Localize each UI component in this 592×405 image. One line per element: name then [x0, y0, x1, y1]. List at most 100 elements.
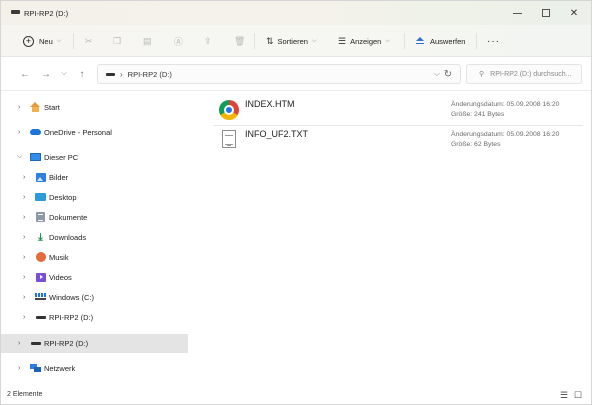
paste-button[interactable]: ▤: [143, 25, 156, 57]
chevron-right-icon[interactable]: ›: [23, 174, 25, 181]
documents-icon: [35, 212, 46, 222]
rename-button[interactable]: Ⓐ: [174, 25, 187, 57]
sidebar-item-label: Netzwerk: [44, 363, 76, 373]
chevron-down-icon[interactable]: ⌵: [17, 153, 22, 161]
pc-icon: [30, 152, 41, 162]
search-input[interactable]: ⚲ RPI-RP2 (D:) durchsuch...: [466, 64, 582, 84]
rename-icon: Ⓐ: [174, 36, 184, 47]
view-button[interactable]: ☰ Anzeigen ⌵: [338, 25, 390, 57]
arrow-up-icon: ↑: [79, 68, 85, 80]
divider: [73, 33, 74, 49]
chevron-right-icon: ›: [120, 69, 123, 79]
chevron-right-icon[interactable]: ›: [23, 234, 25, 241]
sidebar-item-windows-drive[interactable]: › Windows (C:): [1, 288, 188, 306]
file-item-info[interactable]: INFO_UF2.TXT Änderungsdatum: 05.09.2008 …: [213, 126, 583, 156]
sidebar-item-label: Videos: [49, 272, 72, 282]
chevron-right-icon[interactable]: ›: [18, 104, 20, 111]
back-button[interactable]: ←: [17, 66, 33, 82]
chevron-right-icon[interactable]: ›: [18, 129, 20, 136]
close-button[interactable]: ✕: [559, 1, 589, 25]
chevron-right-icon[interactable]: ›: [23, 314, 25, 321]
drive-icon: [11, 10, 20, 14]
address-bar[interactable]: › RPI-RP2 (D:) ⌵: [97, 64, 461, 84]
recent-locations-button[interactable]: ⌵: [56, 66, 72, 82]
share-button[interactable]: ⇪: [204, 25, 216, 57]
file-size: Größe: 62 Bytes: [451, 141, 501, 148]
delete-button[interactable]: 🗑: [234, 25, 249, 57]
file-item-index[interactable]: INDEX.HTM Änderungsdatum: 05.09.2008 16:…: [213, 96, 583, 126]
tiles-view-button[interactable]: ☐: [572, 389, 584, 401]
window-title: RPI-RP2 (D:): [24, 9, 69, 18]
eject-label: Auswerfen: [430, 36, 466, 46]
chevron-right-icon[interactable]: ›: [23, 294, 25, 301]
new-button[interactable]: + Neu ⌵: [23, 25, 61, 57]
music-icon: [35, 252, 46, 262]
search-placeholder: RPI-RP2 (D:) durchsuch...: [490, 70, 572, 78]
scissors-icon: ✂: [85, 35, 93, 46]
item-count: 2 Elemente: [7, 391, 43, 398]
file-details: Änderungsdatum: 05.09.2008 16:20 Größe: …: [451, 100, 559, 120]
sidebar-item-label: Dieser PC: [44, 152, 79, 162]
pictures-icon: [35, 172, 46, 182]
eject-button[interactable]: Auswerfen: [415, 25, 465, 57]
drive-icon: [35, 312, 46, 322]
sidebar-item-pictures[interactable]: › Bilder: [1, 168, 188, 186]
sidebar-item-this-pc[interactable]: ⌵ Dieser PC: [1, 148, 188, 166]
file-explorer-window: RPI-RP2 (D:) ✕ + Neu ⌵ ✂ ❐ ▤ Ⓐ ⇪ 🗑 ⇅ Sor…: [0, 0, 592, 405]
sidebar-item-music[interactable]: › Musik: [1, 248, 188, 266]
more-button[interactable]: ···: [487, 25, 500, 57]
sidebar-item-onedrive[interactable]: › OneDrive - Personal: [1, 123, 188, 141]
chevron-right-icon[interactable]: ›: [18, 365, 20, 372]
forward-button[interactable]: →: [38, 66, 54, 82]
sort-label: Sortieren: [277, 36, 308, 46]
sidebar-item-start[interactable]: › Start: [1, 98, 188, 116]
sidebar-item-network[interactable]: › Netzwerk: [1, 359, 188, 377]
new-label: Neu: [39, 36, 53, 46]
sort-button[interactable]: ⇅ Sortieren ⌵: [266, 25, 317, 57]
refresh-button[interactable]: ↻: [441, 67, 455, 81]
windows-drive-icon: [35, 292, 46, 302]
file-modified: Änderungsdatum: 05.09.2008 16:20: [451, 131, 560, 138]
chevron-down-icon: ⌵: [385, 37, 390, 44]
chevron-down-icon: ⌵: [56, 37, 62, 44]
plus-icon: +: [23, 35, 34, 47]
drive-icon: [106, 72, 115, 76]
minimize-button[interactable]: [502, 1, 532, 25]
home-icon: [30, 102, 41, 112]
drive-icon: [30, 339, 41, 349]
chevron-down-icon[interactable]: ⌵: [434, 69, 440, 79]
sidebar-item-videos[interactable]: › Videos: [1, 268, 188, 286]
command-bar: + Neu ⌵ ✂ ❐ ▤ Ⓐ ⇪ 🗑 ⇅ Sortieren ⌵ ☰ Anze…: [1, 25, 591, 57]
divider: [476, 33, 477, 49]
sidebar-item-documents[interactable]: › Dokumente: [1, 208, 188, 226]
sidebar-item-desktop[interactable]: › Desktop: [1, 188, 188, 206]
up-button[interactable]: ↑: [74, 66, 90, 82]
address-path: RPI-RP2 (D:): [127, 69, 172, 79]
sidebar-item-label: Windows (C:): [49, 292, 95, 302]
title-bar: RPI-RP2 (D:) ✕: [1, 1, 591, 25]
file-details: Änderungsdatum: 05.09.2008 16:20 Größe: …: [451, 130, 559, 150]
chevron-right-icon[interactable]: ›: [23, 254, 25, 261]
cut-button[interactable]: ✂: [85, 25, 97, 57]
file-size: Größe: 241 Bytes: [451, 111, 505, 118]
tiles-view-icon: ☐: [573, 389, 583, 400]
videos-icon: [35, 272, 46, 282]
search-icon: ⚲: [479, 71, 485, 78]
arrow-left-icon: ←: [20, 68, 30, 80]
maximize-button[interactable]: [531, 1, 561, 25]
chevron-right-icon[interactable]: ›: [23, 214, 25, 221]
sidebar-item-label: Musik: [49, 252, 69, 262]
sidebar-item-label: Dokumente: [49, 212, 88, 222]
sidebar-item-rpi-drive-nested[interactable]: › RPI-RP2 (D:): [1, 308, 188, 326]
maximize-icon: [542, 9, 550, 17]
sidebar-item-rpi-drive[interactable]: › RPI-RP2 (D:): [1, 334, 188, 353]
details-view-button[interactable]: ☰: [558, 389, 570, 401]
copy-button[interactable]: ❐: [113, 25, 125, 57]
details-view-icon: ☰: [559, 389, 569, 400]
chrome-icon: [219, 100, 239, 120]
chevron-right-icon[interactable]: ›: [23, 274, 25, 281]
chevron-right-icon[interactable]: ›: [18, 340, 20, 347]
sidebar-item-downloads[interactable]: › ⤓ Downloads: [1, 228, 188, 246]
chevron-right-icon[interactable]: ›: [23, 194, 25, 201]
sidebar-item-label: OneDrive - Personal: [44, 127, 112, 137]
